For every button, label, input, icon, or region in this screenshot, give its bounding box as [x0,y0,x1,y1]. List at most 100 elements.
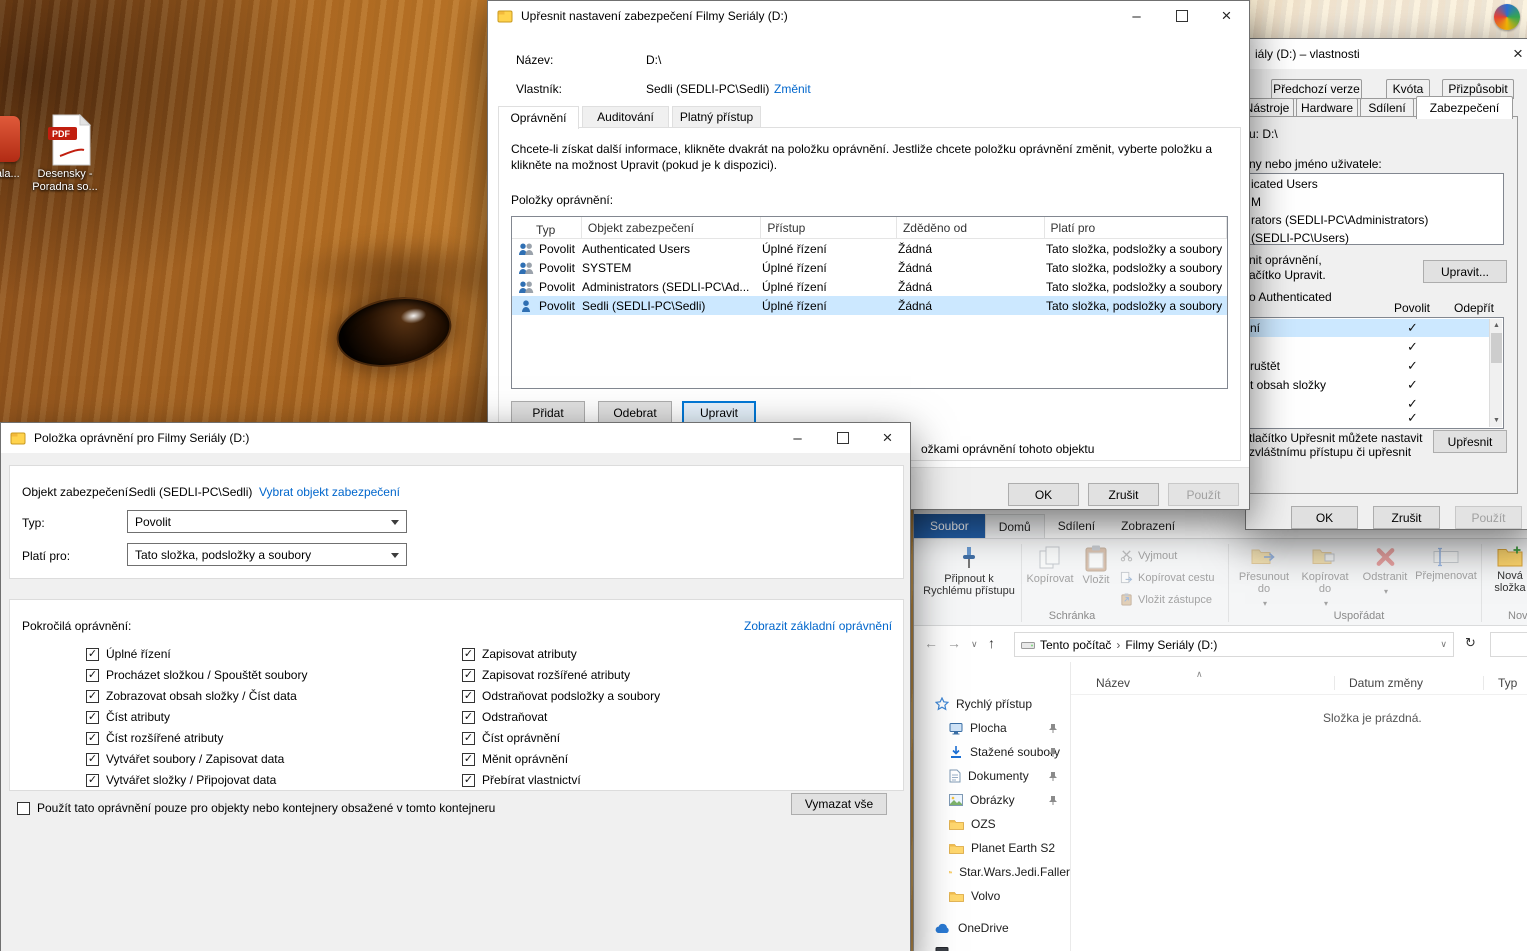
properties-titlebar[interactable]: iály (D:) – vlastnosti [1246,39,1527,69]
perm-checkbox-read-attributes[interactable]: Číst atributy [86,710,170,724]
refresh-button[interactable]: ↻ [1465,635,1476,651]
scroll-thumb[interactable] [1491,333,1502,363]
sidebar-item-star-wars[interactable]: Star.Wars.Jedi.Faller [914,860,1070,884]
tab-zobrazeni[interactable]: Zobrazení [1108,514,1188,538]
list-item[interactable]: M [1251,195,1261,209]
advanced-button[interactable]: Upřesnit [1433,430,1507,453]
remove-button[interactable]: Odebrat [598,401,672,424]
tab-soubor[interactable]: Soubor [914,514,985,538]
sidebar-item-ozs[interactable]: OZS [914,812,1070,836]
tab-hardware[interactable]: Hardware [1296,98,1358,118]
minimize-button[interactable] [775,423,820,453]
sidebar-item-obrazky[interactable]: Obrázky [914,788,1070,812]
sidebar-item-onedrive[interactable]: OneDrive [914,916,1070,940]
sidebar-item-planet-earth[interactable]: Planet Earth S2 [914,836,1070,860]
perm-checkbox-write-extended[interactable]: Zapisovat rozšířené atributy [462,668,630,682]
perm-checkbox-create-files[interactable]: Vytvářet soubory / Zapisovat data [86,752,284,766]
table-row-selected[interactable]: Povolit Sedli (SEDLI-PC\Sedli) Úplné říz… [512,296,1227,315]
header-objekt[interactable]: Objekt zabezpečení [582,217,761,238]
edit-button[interactable]: Upravit [682,401,756,424]
pin-to-quick-access-button[interactable]: Připnout k Rychlému přístupu [920,545,1018,597]
new-folder-button[interactable]: Nová složka [1486,545,1527,594]
maximize-button[interactable] [1159,1,1204,31]
tab-platny-pristup[interactable]: Platný přístup [672,106,761,128]
selected-permission-row[interactable] [1246,319,1490,337]
perm-checkbox-read-extended[interactable]: Číst rozšířené atributy [86,731,223,745]
header-pristup[interactable]: Přístup [761,217,897,238]
header-typ[interactable]: Typ [512,217,582,238]
copy-button[interactable]: Kopírovat [1026,545,1074,585]
column-separator[interactable] [1334,676,1335,690]
cut-button[interactable]: Vyjmout [1120,549,1177,562]
desktop-icon-pdf[interactable]: PDF [48,114,92,169]
perm-checkbox-write-attributes[interactable]: Zapisovat atributy [462,647,577,661]
perm-checkbox-delete[interactable]: Odstraňovat [462,710,547,724]
scroll-down-icon[interactable] [1490,414,1503,427]
copy-to-button[interactable]: Kopírovat do [1296,545,1354,610]
list-item[interactable]: rators (SEDLI-PC\Administrators) [1251,213,1428,227]
clear-all-button[interactable]: Vymazat vše [791,793,887,815]
desktop-icon-app[interactable] [1494,4,1520,30]
recent-locations-chevron[interactable]: ∨ [971,639,978,650]
paste-button[interactable]: Vložit [1076,545,1116,586]
breadcrumb-current[interactable]: Filmy Seriály (D:) [1125,638,1217,652]
sidebar-item-dokumenty[interactable]: Dokumenty [914,764,1070,788]
tab-domu[interactable]: Domů [985,514,1045,538]
column-header-nazev[interactable]: Název [1096,676,1130,690]
table-row[interactable]: Povolit Authenticated Users Úplné řízení… [512,239,1227,258]
ok-button[interactable]: OK [1291,506,1358,529]
move-to-button[interactable]: Přesunout do [1234,545,1294,610]
apply-button[interactable]: Použít [1168,483,1239,506]
back-button[interactable]: ← [924,635,938,651]
permission-titlebar[interactable]: Položka oprávnění pro Filmy Seriály (D:) [1,423,910,453]
sidebar-item-quick-access[interactable]: Rychlý přístup [914,692,1070,716]
add-button[interactable]: Přidat [511,401,585,424]
desktop-icon-partial[interactable] [0,116,20,162]
table-row[interactable]: Povolit Administrators (SEDLI-PC\Ad... Ú… [512,277,1227,296]
close-button[interactable] [1498,39,1527,69]
close-button[interactable] [865,423,910,453]
table-row[interactable]: Povolit SYSTEM Úplné řízení Žádná Tato s… [512,258,1227,277]
forward-button[interactable]: → [947,635,961,651]
address-dropdown-chevron[interactable]: ∨ [1440,639,1447,650]
tab-sdileni[interactable]: Sdílení [1045,514,1108,538]
edit-permissions-button[interactable]: Upravit... [1423,260,1507,283]
header-zdedeno[interactable]: Zděděno od [897,217,1045,238]
tab-opravneni[interactable]: Oprávnění [498,106,579,129]
sidebar-item-volvo[interactable]: Volvo [914,884,1070,908]
show-basic-permissions-link[interactable]: Zobrazit základní oprávnění [744,619,892,633]
paste-shortcut-button[interactable]: Vložit zástupce [1120,593,1212,606]
minimize-button[interactable] [1114,1,1159,31]
column-separator[interactable] [1483,676,1484,690]
apply-only-in-container-checkbox[interactable]: Použít tato oprávnění pouze pro objekty … [17,801,495,815]
perm-checkbox-full-control[interactable]: Úplné řízení [86,647,171,661]
select-principal-link[interactable]: Vybrat objekt zabezpečení [259,485,400,499]
perm-checkbox-traverse[interactable]: Procházet složkou / Spouštět soubory [86,668,307,682]
up-button[interactable]: ↑ [988,635,995,651]
perm-checkbox-delete-subfolders[interactable]: Odstraňovat podsložky a soubory [462,689,660,703]
ok-button[interactable]: OK [1008,483,1079,506]
close-button[interactable] [1204,1,1249,31]
sidebar-item-stazene-soubory[interactable]: Stažené soubory [914,740,1070,764]
address-bar[interactable]: Tento počítač Filmy Seriály (D:) ∨ [1014,632,1454,657]
header-plati[interactable]: Platí pro [1045,217,1227,238]
change-owner-link[interactable]: Změnit [774,82,811,96]
sidebar-item-tento-pocitac-cut[interactable] [914,940,1070,951]
breadcrumb-root[interactable]: Tento počítač [1040,638,1111,652]
tab-predchozi-verze[interactable]: Předchozí verze [1271,79,1362,99]
scrollbar[interactable] [1489,319,1502,427]
group-user-list[interactable]: icated Users M rators (SEDLI-PC\Administ… [1244,173,1504,245]
copy-path-button[interactable]: Kopírovat cestu [1120,571,1214,584]
tab-sdileni[interactable]: Sdílení [1360,98,1414,118]
maximize-button[interactable] [820,423,865,453]
perm-checkbox-create-folders[interactable]: Vytvářet složky / Připojovat data [86,773,276,787]
cancel-button[interactable]: Zrušit [1088,483,1159,506]
column-header-datum[interactable]: Datum změny [1349,676,1423,690]
tab-zabezpeceni[interactable]: Zabezpečení [1416,96,1513,119]
cancel-button[interactable]: Zrušit [1373,506,1440,529]
perm-checkbox-take-ownership[interactable]: Přebírat vlastnictví [462,773,581,787]
perm-checkbox-change-permissions[interactable]: Měnit oprávnění [462,752,568,766]
tab-auditovani[interactable]: Auditování [582,106,669,128]
permissions-list[interactable]: ní ruštět t obsah složky [1244,317,1504,429]
type-dropdown[interactable]: Povolit [127,510,407,533]
